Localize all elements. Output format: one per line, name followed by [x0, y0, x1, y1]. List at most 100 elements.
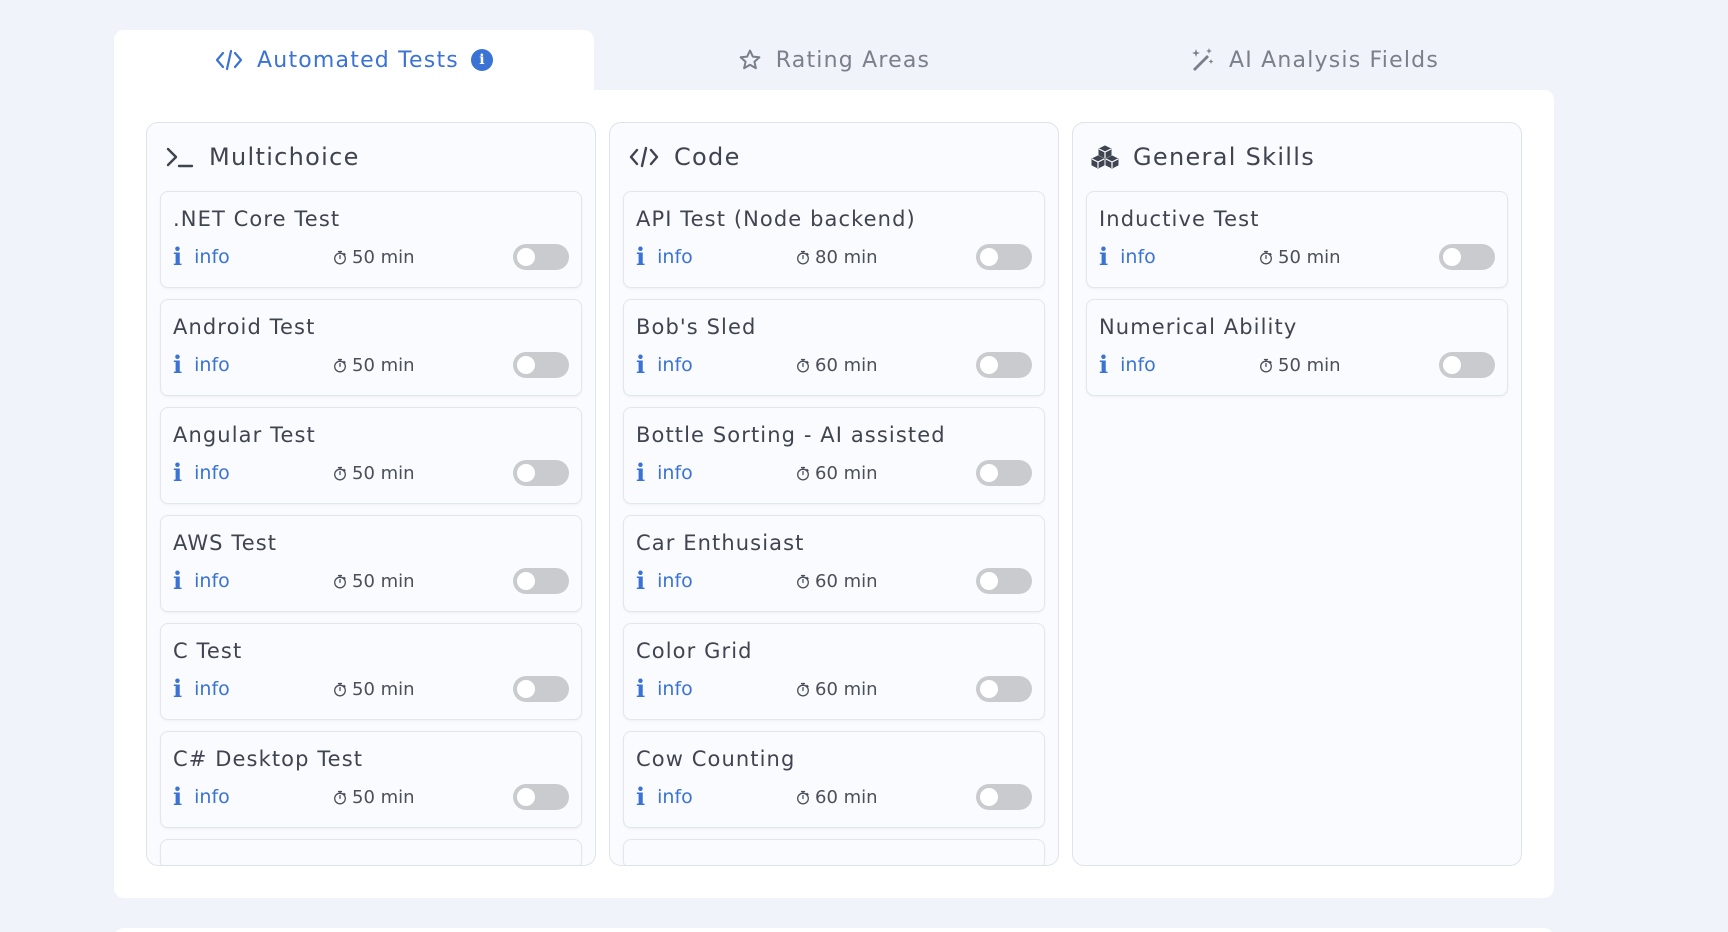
test-card-partial — [160, 839, 582, 865]
info-link[interactable]: i info — [636, 353, 796, 377]
info-icon: i — [173, 782, 183, 811]
info-link[interactable]: i info — [636, 677, 796, 701]
enable-toggle[interactable] — [976, 352, 1032, 378]
card-list: API Test (Node backend) i info 80 min Bo… — [610, 191, 1058, 865]
info-label: info — [657, 354, 693, 376]
stopwatch-icon — [796, 790, 810, 805]
duration-value: 50 min — [352, 786, 415, 808]
terminal-icon — [165, 145, 195, 169]
stopwatch-icon — [333, 574, 347, 589]
info-icon: i — [173, 350, 183, 379]
card-meta-row: i info 50 min — [1099, 234, 1495, 280]
info-icon: i — [1099, 242, 1109, 271]
enable-toggle[interactable] — [513, 352, 569, 378]
duration-value: 60 min — [815, 354, 878, 376]
test-title: Cow Counting — [636, 747, 796, 771]
info-icon[interactable]: i — [470, 49, 493, 71]
test-title: .NET Core Test — [173, 207, 341, 231]
column-title: General Skills — [1133, 143, 1316, 171]
tests-panel: Multichoice .NET Core Test i info 50 min… — [114, 90, 1554, 898]
stopwatch-icon — [333, 790, 347, 805]
test-card: C# Desktop Test i info 50 min — [160, 731, 582, 828]
info-link[interactable]: i info — [636, 245, 796, 269]
test-card: Bob's Sled i info 60 min — [623, 299, 1045, 396]
info-label: info — [657, 462, 693, 484]
duration: 60 min — [796, 355, 878, 376]
stopwatch-icon — [796, 574, 810, 589]
info-link[interactable]: i info — [636, 461, 796, 485]
enable-toggle[interactable] — [513, 568, 569, 594]
code-icon — [628, 145, 660, 169]
tab-automated-tests[interactable]: Automated Tests i — [114, 30, 594, 90]
duration: 50 min — [333, 355, 415, 376]
cubes-icon — [1091, 144, 1119, 170]
info-label: info — [657, 246, 693, 268]
duration: 60 min — [796, 787, 878, 808]
column-general-skills: General Skills Inductive Test i info 50 … — [1072, 122, 1522, 866]
duration-value: 60 min — [815, 462, 878, 484]
info-icon: i — [636, 242, 646, 271]
info-label: info — [1120, 246, 1156, 268]
info-link[interactable]: i info — [636, 785, 796, 809]
enable-toggle[interactable] — [976, 244, 1032, 270]
enable-toggle[interactable] — [513, 244, 569, 270]
enable-toggle[interactable] — [513, 784, 569, 810]
enable-toggle[interactable] — [1439, 352, 1495, 378]
info-link[interactable]: i info — [173, 785, 333, 809]
info-link[interactable]: i info — [173, 245, 333, 269]
info-label: info — [194, 462, 230, 484]
column-header: General Skills — [1073, 123, 1521, 191]
enable-toggle[interactable] — [1439, 244, 1495, 270]
column-title: Code — [674, 143, 741, 171]
card-meta-row: i info 60 min — [636, 558, 1032, 604]
stopwatch-icon — [796, 466, 810, 481]
duration-value: 60 min — [815, 786, 878, 808]
info-link[interactable]: i info — [1099, 353, 1259, 377]
info-icon: i — [636, 350, 646, 379]
code-icon — [215, 49, 243, 71]
card-list: Inductive Test i info 50 min Numerical A… — [1073, 191, 1521, 396]
enable-toggle[interactable] — [976, 568, 1032, 594]
duration: 50 min — [333, 571, 415, 592]
toggle-knob — [980, 788, 998, 806]
column-title: Multichoice — [209, 143, 360, 171]
card-list: .NET Core Test i info 50 min Android Tes… — [147, 191, 595, 865]
enable-toggle[interactable] — [513, 460, 569, 486]
stopwatch-icon — [1259, 358, 1273, 373]
test-card: C Test i info 50 min — [160, 623, 582, 720]
enable-toggle[interactable] — [976, 676, 1032, 702]
info-link[interactable]: i info — [636, 569, 796, 593]
info-icon: i — [173, 566, 183, 595]
tab-rating-areas[interactable]: Rating Areas — [594, 30, 1074, 90]
duration: 80 min — [796, 247, 878, 268]
test-card: AWS Test i info 50 min — [160, 515, 582, 612]
enable-toggle[interactable] — [513, 676, 569, 702]
info-link[interactable]: i info — [173, 677, 333, 701]
info-icon: i — [173, 674, 183, 703]
stopwatch-icon — [796, 358, 810, 373]
tab-label: Rating Areas — [775, 47, 931, 73]
test-title: Car Enthusiast — [636, 531, 805, 555]
test-card: Bottle Sorting - AI assisted i info 60 m… — [623, 407, 1045, 504]
toggle-knob — [517, 788, 535, 806]
toggle-knob — [517, 464, 535, 482]
info-link[interactable]: i info — [173, 569, 333, 593]
duration-value: 50 min — [352, 678, 415, 700]
tab-ai-analysis-fields[interactable]: AI Analysis Fields — [1074, 30, 1554, 90]
info-icon: i — [1099, 350, 1109, 379]
enable-toggle[interactable] — [976, 460, 1032, 486]
info-link[interactable]: i info — [173, 461, 333, 485]
tab-bar: Automated Tests i Rating Areas AI Analys… — [114, 30, 1554, 90]
enable-toggle[interactable] — [976, 784, 1032, 810]
info-label: info — [194, 354, 230, 376]
info-icon: i — [636, 674, 646, 703]
info-icon: i — [636, 566, 646, 595]
info-link[interactable]: i info — [1099, 245, 1259, 269]
toggle-knob — [517, 356, 535, 374]
magic-wand-icon — [1189, 47, 1215, 73]
card-meta-row: i info 50 min — [173, 234, 569, 280]
test-card: Inductive Test i info 50 min — [1086, 191, 1508, 288]
info-link[interactable]: i info — [173, 353, 333, 377]
star-icon — [738, 48, 762, 72]
info-label: info — [657, 678, 693, 700]
